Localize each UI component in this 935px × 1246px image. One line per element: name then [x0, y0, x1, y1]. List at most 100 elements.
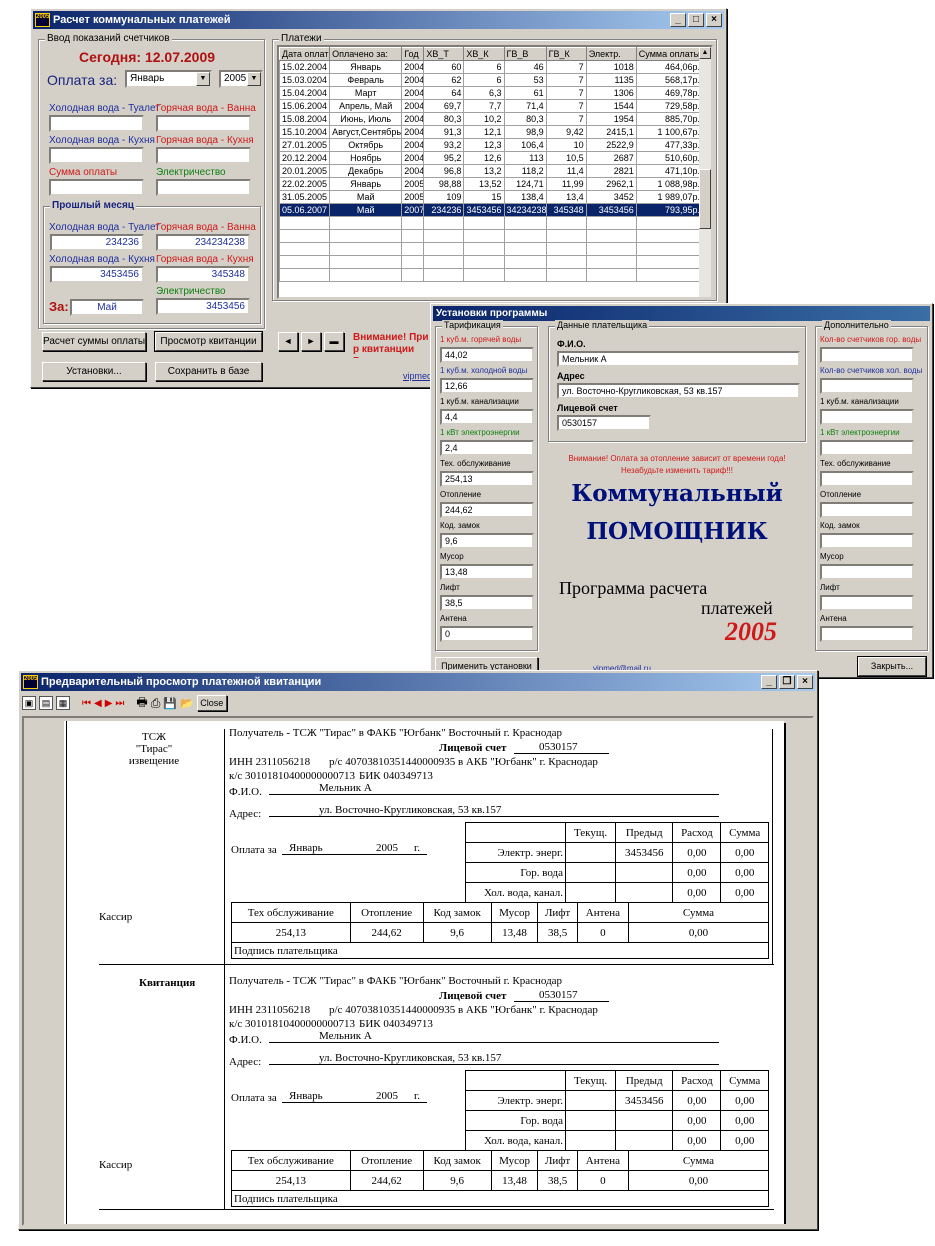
preview-close-text-button[interactable]: Close [196, 695, 227, 711]
payment-row[interactable]: 15.03.0204 Февраль 2004 62 6 53 7 1135 568,17р. [279, 73, 704, 87]
calc-sum-button[interactable]: Расчет суммы оплаты [42, 332, 146, 351]
next-page-icon[interactable]: ▶ [105, 698, 113, 709]
scroll-thumb[interactable] [699, 169, 711, 229]
extra-input[interactable] [820, 502, 914, 518]
tariff-input[interactable]: 38,5 [440, 595, 534, 611]
payments-column-header[interactable]: ГВ_В [503, 47, 547, 61]
payment-row[interactable]: 31.05.2005 Май 2005 109 15 138,4 13,4 3452 1 989… [279, 190, 704, 204]
payments-table[interactable]: Дата оплатыОплачено за:ГодХВ_ТХВ_КГВ_ВГВ… [279, 47, 704, 282]
payments-column-header[interactable]: Сумма оплаты [635, 47, 704, 61]
main-window-titlebar[interactable]: 2005 Расчет коммунальных платежей _ □ × [33, 11, 724, 29]
minimize-button[interactable]: _ [670, 13, 686, 27]
cold-toilet-label: Холодная вода - Туалет [49, 103, 160, 114]
extra-input[interactable] [820, 564, 914, 580]
settings-titlebar[interactable]: Установки программы [433, 306, 930, 321]
settings-button[interactable]: Установки... [42, 362, 146, 381]
preview-close-button[interactable]: × [797, 675, 813, 689]
payments-grid[interactable]: Дата оплатыОплачено за:ГодХВ_ТХВ_КГВ_ВГВ… [277, 45, 713, 299]
email-link-fragment[interactable]: vipmed [403, 371, 432, 381]
payment-row[interactable]: 22.02.2005 Январь 2005 98,88 13,52 124,71 11,9… [279, 177, 704, 191]
payment-row[interactable]: 20.12.2004 Ноябрь 2004 95,2 12,6 113 10,5 2687 5… [279, 151, 704, 165]
tariff-input[interactable]: 13,48 [440, 564, 534, 580]
tariff-input[interactable]: 12,66 [440, 378, 534, 394]
extra-input[interactable] [820, 533, 914, 549]
year-select[interactable]: 2005 ▼ [219, 70, 263, 88]
payments-column-header[interactable]: Дата оплаты [279, 47, 331, 61]
payments-column-header[interactable]: Год [401, 47, 425, 61]
tariff-input[interactable]: 0 [440, 626, 534, 642]
scroll-up-icon[interactable]: ▲ [699, 47, 711, 59]
payment-cell: 13,2 [463, 164, 505, 178]
payment-cell: 3452 [585, 190, 637, 204]
payments-column-header[interactable]: ГВ_К [545, 47, 587, 61]
preview-titlebar[interactable]: 2005 Предварительный просмотр платежной … [21, 673, 815, 691]
hot-kitchen-input[interactable] [156, 147, 251, 164]
first-page-icon[interactable]: ⏮ [82, 698, 91, 709]
payments-column-header[interactable]: ХВ_К [463, 47, 505, 61]
org-quoted: "Тирас" [135, 743, 173, 755]
last-page-icon[interactable]: ⏭ [115, 698, 124, 709]
save-button[interactable]: Сохранить в базе [155, 362, 262, 381]
payment-row[interactable]: 15.10.2004 Август,Сентябрь 2004 91,3 12,1 98,… [279, 125, 704, 139]
cold-toilet-input[interactable] [49, 115, 144, 132]
meter-row: Электр. энерг. 3453456 0,00 0,00 [465, 842, 769, 863]
payment-row[interactable]: 20.01.2005 Декабрь 2004 96,8 13,2 118,2 11,4 28… [279, 164, 704, 178]
tariff-input[interactable]: 244,62 [440, 502, 534, 518]
payment-row[interactable]: 15.02.2004 Январь 2004 60 6 46 7 1018 464,06р. [279, 60, 704, 74]
payments-column-header[interactable]: Электр. [585, 47, 637, 61]
extra-input[interactable] [820, 378, 914, 394]
tariff-input[interactable]: 44,02 [440, 347, 534, 363]
zoom-100-icon[interactable]: ▦ [56, 696, 70, 710]
extra-label: Тех. обслуживание [820, 459, 891, 468]
save-icon[interactable]: 💾 [163, 697, 177, 710]
payment-row[interactable]: 15.08.2004 Июнь, Июль 2004 80,3 10,2 80,3 7 195… [279, 112, 704, 126]
year-dropdown-icon[interactable]: ▼ [247, 72, 261, 86]
tariff-input[interactable]: 2,4 [440, 440, 534, 456]
extra-input[interactable] [820, 409, 914, 425]
sum-input[interactable] [49, 179, 144, 196]
payments-column-header[interactable]: Оплачено за: [329, 47, 403, 61]
next-record-button[interactable]: ► [301, 332, 321, 351]
extra-input[interactable] [820, 440, 914, 456]
cold-kitchen-input[interactable] [49, 147, 144, 164]
tariff-input[interactable]: 254,13 [440, 471, 534, 487]
open-icon[interactable]: 📂 [180, 697, 194, 710]
print-icon[interactable]: ⎙ [151, 696, 161, 711]
address-input[interactable]: ул. Восточно-Кругликовская, 53 кв.157 [557, 383, 800, 399]
hot-bath-input[interactable] [156, 115, 251, 132]
prev-hot-bath-label: Горячая вода - Ванна [156, 222, 256, 233]
electricity-input[interactable] [156, 179, 251, 196]
extra-input[interactable] [820, 471, 914, 487]
extra-input[interactable] [820, 595, 914, 611]
payment-row[interactable]: 15.04.2004 Март 2004 64 6,3 61 7 1306 469,78р. [279, 86, 704, 100]
payment-row[interactable]: 27.01.2005 Октябрь 2004 93,2 12,3 106,4 10 2522… [279, 138, 704, 152]
maximize-button[interactable]: □ [688, 13, 704, 27]
tariff-input[interactable]: 9,6 [440, 533, 534, 549]
payments-scrollbar[interactable]: ▲ [699, 47, 711, 297]
view-receipt-button[interactable]: Просмотр квитанции [154, 331, 263, 352]
payment-cell: 568,17р. [635, 73, 704, 87]
extra-input[interactable] [820, 626, 914, 642]
extra-input[interactable] [820, 347, 914, 363]
payments-column-header[interactable]: ХВ_Т [423, 47, 465, 61]
payment-row[interactable]: 15.06.2004 Апрель, Май 2004 69,7 7,7 71,4 7 154… [279, 99, 704, 113]
delete-record-button[interactable]: ▬ [324, 332, 344, 351]
close-button[interactable]: × [706, 13, 722, 27]
meter-header: Предыд [615, 1070, 674, 1091]
prev-page-icon[interactable]: ◀ [94, 698, 102, 709]
print-setup-icon[interactable]: 🖶 [136, 693, 147, 714]
tariff-input[interactable]: 4,4 [440, 409, 534, 425]
account-input[interactable]: 0530157 [557, 415, 651, 431]
zoom-whole-icon[interactable]: ▣ [22, 696, 36, 710]
zoom-width-icon[interactable]: ▤ [39, 696, 53, 710]
payment-row[interactable]: 05.06.2007 Май 2007 234236 3453456 34234238 34… [279, 203, 704, 217]
preview-minimize-button[interactable]: _ [761, 675, 777, 689]
prev-record-button[interactable]: ◄ [278, 332, 298, 351]
payment-cell: 885,70р. [635, 112, 704, 126]
close-settings-button[interactable]: Закрыть... [857, 656, 927, 677]
recipient-line: Получатель - ТСЖ "Тирас" в ФАКБ "Югбанк"… [229, 975, 563, 987]
preview-restore-button[interactable]: ❐ [779, 675, 795, 689]
month-dropdown-icon[interactable]: ▼ [196, 72, 210, 86]
month-select[interactable]: Январь ▼ [125, 70, 212, 88]
fio-input[interactable]: Мельник А [557, 351, 800, 367]
